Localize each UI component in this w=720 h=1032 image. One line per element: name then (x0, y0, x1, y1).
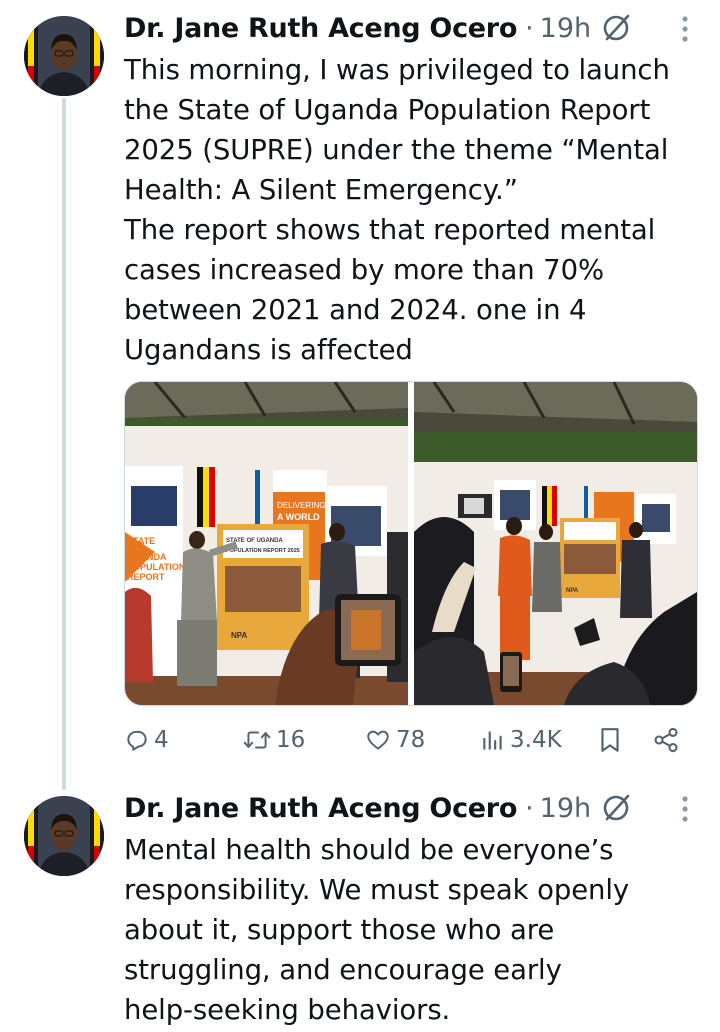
launch-photo-1: STATE UGANDA POPULATION REPORT DELIVERIN… (125, 382, 408, 705)
views-count: 3.4K (510, 727, 562, 753)
report-logo: NPA (231, 631, 248, 640)
poster-text-4: REPORT (127, 572, 165, 582)
reply-count: 4 (154, 727, 169, 753)
tweet-text: Mental health should be everyone’s respo… (124, 834, 630, 1026)
more-options-icon[interactable] (680, 14, 690, 44)
separator: · (525, 792, 534, 824)
banner-text-2: A WORLD (277, 512, 320, 522)
author-name[interactable]: Dr. Jane Ruth Aceng Ocero (124, 13, 517, 44)
tweet-header: Dr. Jane Ruth Aceng Ocero · 19h (124, 788, 720, 828)
avatar-image (24, 796, 104, 876)
like-icon (367, 730, 389, 750)
thread-connector-line (62, 98, 66, 790)
author-name[interactable]: Dr. Jane Ruth Aceng Ocero (124, 793, 517, 824)
tweet-text: This morning, I was privileged to launch… (124, 54, 670, 366)
reply-icon (127, 730, 147, 751)
poster-text-3: POPULATION (127, 562, 185, 572)
grok-icon[interactable] (600, 12, 632, 44)
launch-photo-2: NPA (414, 382, 697, 705)
reply-button[interactable]: 4 (124, 722, 169, 758)
timestamp[interactable]: 19h (540, 793, 591, 824)
tweet-actions: 4 16 78 3.4K (124, 722, 696, 758)
separator: · (525, 12, 534, 44)
banner-text-1: DELIVERING (277, 501, 325, 510)
avatar-image (24, 16, 104, 96)
poster-text-1: STATE (127, 536, 155, 546)
photo-1[interactable]: STATE UGANDA POPULATION REPORT DELIVERIN… (125, 382, 408, 705)
bookmark-button[interactable] (598, 722, 622, 758)
avatar[interactable] (24, 796, 104, 876)
photo-2[interactable]: NPA (414, 382, 697, 705)
repost-count: 16 (276, 727, 306, 753)
media-grid[interactable]: STATE UGANDA POPULATION REPORT DELIVERIN… (124, 381, 698, 706)
like-button[interactable]: 78 (364, 722, 425, 758)
avatar[interactable] (24, 16, 104, 96)
tweet-header: Dr. Jane Ruth Aceng Ocero · 19h (124, 8, 720, 48)
bookmark-icon (601, 728, 619, 752)
share-icon (654, 727, 678, 753)
report-cover-text-2: POPULATION REPORT 2025 (226, 548, 300, 554)
share-button[interactable] (652, 722, 680, 758)
repost-button[interactable]: 16 (242, 722, 305, 758)
timestamp[interactable]: 19h (540, 13, 591, 44)
report-logo-2: NPA (566, 588, 579, 594)
like-count: 78 (396, 727, 426, 753)
poster-text-2: UGANDA (127, 552, 167, 562)
views-button[interactable]: 3.4K (480, 722, 562, 758)
more-options-icon[interactable] (680, 794, 690, 824)
views-icon (483, 731, 502, 750)
repost-icon (243, 731, 271, 749)
grok-icon[interactable] (600, 792, 632, 824)
